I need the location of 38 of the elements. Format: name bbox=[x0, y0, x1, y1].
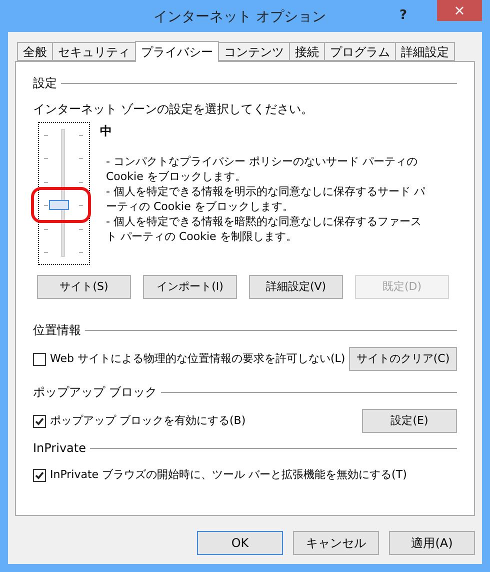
button[interactable]: サイトのクリア(C) bbox=[349, 347, 457, 371]
level-name: 中 bbox=[100, 123, 113, 140]
check-icon bbox=[35, 470, 44, 480]
check-icon bbox=[35, 416, 44, 426]
button[interactable]: サイト(S) bbox=[37, 275, 131, 299]
tab[interactable]: 詳細設定 bbox=[395, 42, 455, 61]
button[interactable]: 詳細設定(V) bbox=[249, 275, 343, 299]
instruction-text: インターネット ゾーンの設定を選択してください。 bbox=[33, 101, 314, 118]
dialog-button[interactable]: OK bbox=[197, 531, 283, 555]
description-text: - 個人を特定できる情報を明示的な同意なしに保存するサード パーティの Cookie をブロックします。 bbox=[106, 184, 426, 214]
checkbox[interactable] bbox=[33, 414, 46, 428]
description-text: - コンパクトなプライバシー ポリシーのないサード パーティの Cookie をブロックします。 bbox=[106, 154, 418, 184]
description-text: - 個人を特定できる情報を暗黙的な同意なしに保存するファースト パーティの Cookie を制限します。 bbox=[106, 214, 422, 244]
close-button[interactable]: × bbox=[437, 0, 482, 21]
checkbox-label: ポップアップ ブロックを有効にする(B) bbox=[50, 412, 246, 429]
checkbox-label: InPrivate ブラウズの開始時に、ツール バーと拡張機能を無効にする(T) bbox=[50, 467, 407, 483]
privacy-slider[interactable] bbox=[38, 122, 90, 265]
checkbox[interactable] bbox=[33, 352, 46, 366]
section-heading: InPrivate bbox=[33, 440, 86, 457]
slider-thumb[interactable] bbox=[49, 200, 69, 210]
tab[interactable]: セキュリティ bbox=[52, 42, 136, 61]
tab[interactable]: 接続 bbox=[289, 42, 325, 61]
help-button[interactable]: ? bbox=[399, 6, 407, 26]
section-heading: 設定 bbox=[33, 75, 57, 92]
highlight-ring bbox=[31, 187, 91, 224]
checkbox-label: Web サイトによる物理的な位置情報の要求を許可しない(L) bbox=[50, 350, 346, 367]
section-heading: 位置情報 bbox=[33, 322, 81, 339]
window-title: インターネット オプション bbox=[154, 8, 326, 27]
section-heading: ポップアップ ブロック bbox=[33, 384, 157, 401]
tab[interactable]: プライバシー bbox=[135, 41, 219, 62]
tab[interactable]: コンテンツ bbox=[218, 42, 290, 61]
button[interactable]: インポート(I) bbox=[143, 275, 237, 299]
dialog-button[interactable]: キャンセル bbox=[293, 531, 379, 555]
button[interactable]: 設定(E) bbox=[362, 409, 457, 433]
dialog-button[interactable]: 適用(A) bbox=[389, 531, 475, 555]
tab[interactable]: 全般 bbox=[17, 42, 53, 61]
checkbox[interactable] bbox=[33, 468, 46, 482]
tab[interactable]: プログラム bbox=[324, 42, 396, 61]
